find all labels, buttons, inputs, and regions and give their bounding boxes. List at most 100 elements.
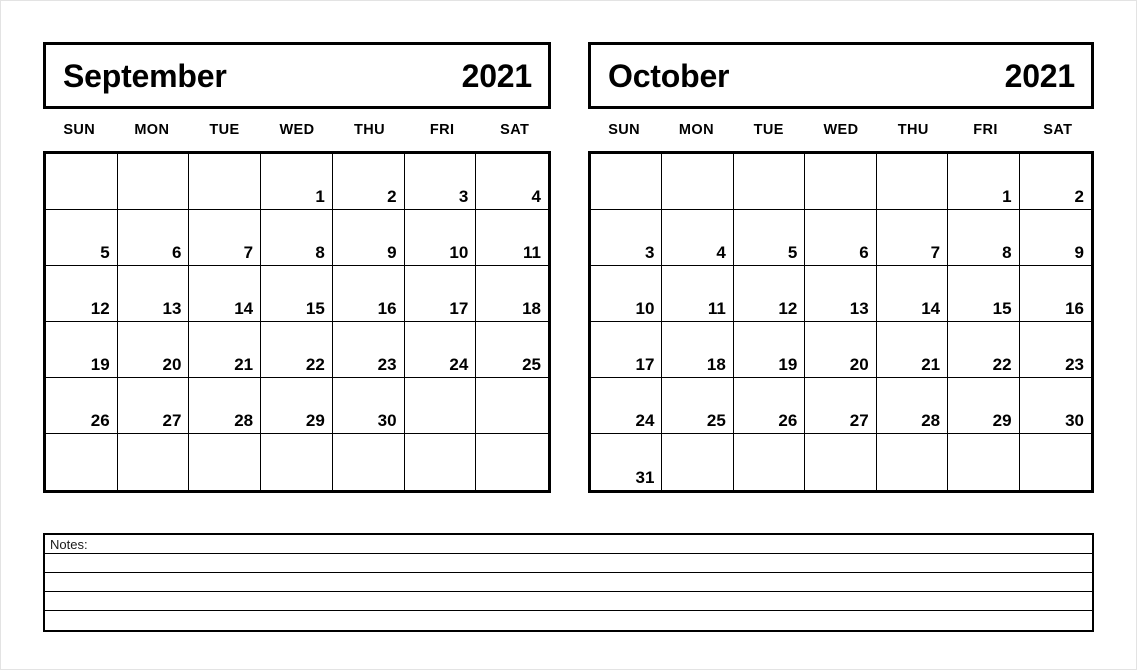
notes-write-line[interactable] — [45, 611, 1092, 630]
day-cell[interactable]: 26 — [46, 378, 118, 434]
day-cell[interactable]: 21 — [189, 322, 262, 378]
day-number: 16 — [377, 299, 397, 318]
day-number: 11 — [523, 243, 541, 262]
day-cell-empty[interactable] — [734, 434, 806, 490]
day-cell[interactable]: 12 — [46, 266, 118, 322]
day-cell[interactable]: 2 — [332, 154, 405, 210]
day-cell[interactable]: 28 — [189, 378, 262, 434]
day-cell[interactable]: 19 — [733, 322, 806, 378]
day-cell-empty[interactable] — [404, 378, 477, 434]
day-cell-empty[interactable] — [877, 434, 949, 490]
day-cell[interactable]: 14 — [876, 266, 949, 322]
day-cell[interactable]: 6 — [805, 210, 877, 266]
day-cell[interactable]: 17 — [591, 322, 663, 378]
day-number: 2 — [387, 187, 397, 206]
day-number: 3 — [458, 187, 469, 206]
day-cell[interactable]: 29 — [948, 378, 1020, 434]
day-cell[interactable]: 24 — [404, 322, 477, 378]
day-cell-empty[interactable] — [117, 154, 190, 210]
day-cell[interactable]: 1 — [261, 154, 333, 210]
day-cell[interactable]: 3 — [591, 210, 663, 266]
day-cell[interactable]: 1 — [948, 154, 1020, 210]
day-cell[interactable]: 31 — [591, 434, 663, 490]
day-cell[interactable]: 12 — [733, 266, 806, 322]
notes-write-line[interactable] — [45, 573, 1092, 592]
day-cell[interactable]: 25 — [476, 322, 548, 378]
day-cell[interactable]: 24 — [591, 378, 663, 434]
day-cell[interactable]: 11 — [662, 266, 734, 322]
day-cell-empty[interactable] — [476, 378, 548, 434]
day-cell[interactable]: 5 — [733, 210, 806, 266]
day-cell[interactable]: 19 — [46, 322, 118, 378]
day-cell[interactable]: 23 — [332, 322, 405, 378]
day-cell[interactable]: 9 — [332, 210, 405, 266]
day-cell[interactable]: 20 — [117, 322, 190, 378]
day-cell[interactable]: 27 — [805, 378, 877, 434]
day-cell-empty[interactable] — [476, 434, 548, 490]
day-cell-empty[interactable] — [591, 154, 663, 210]
day-cell[interactable]: 7 — [876, 210, 949, 266]
day-cell[interactable]: 28 — [876, 378, 949, 434]
day-cell[interactable]: 21 — [876, 322, 949, 378]
day-cell-empty[interactable] — [876, 154, 949, 210]
day-cell[interactable]: 22 — [261, 322, 333, 378]
notes-write-line[interactable] — [45, 592, 1092, 611]
day-cell[interactable]: 15 — [948, 266, 1020, 322]
day-cell[interactable]: 11 — [476, 210, 548, 266]
weekday-header-row-september: SUN MON TUE WED THU FRI SAT — [43, 109, 551, 151]
day-cell-empty[interactable] — [189, 154, 262, 210]
day-cell-empty[interactable] — [405, 434, 477, 490]
day-cell[interactable]: 2 — [1019, 154, 1091, 210]
day-cell[interactable]: 18 — [476, 266, 548, 322]
day-number: 20 — [162, 355, 182, 374]
day-cell-empty[interactable] — [805, 154, 877, 210]
day-cell[interactable]: 4 — [476, 154, 548, 210]
day-cell[interactable]: 16 — [1019, 266, 1091, 322]
day-cell-empty[interactable] — [662, 434, 734, 490]
day-cell[interactable]: 23 — [1019, 322, 1091, 378]
day-cell-empty[interactable] — [46, 434, 118, 490]
notes-label-line[interactable]: Notes: — [45, 535, 1092, 554]
day-cell[interactable]: 18 — [662, 322, 734, 378]
day-cell[interactable]: 8 — [948, 210, 1020, 266]
notes-box[interactable]: Notes: — [43, 533, 1094, 632]
day-cell[interactable]: 8 — [261, 210, 333, 266]
day-cell[interactable]: 27 — [117, 378, 190, 434]
day-cell[interactable]: 29 — [261, 378, 333, 434]
day-cell[interactable]: 3 — [404, 154, 477, 210]
day-number: 8 — [315, 243, 325, 262]
day-cell[interactable]: 10 — [404, 210, 477, 266]
day-cell-empty[interactable] — [118, 434, 190, 490]
day-cell[interactable]: 30 — [1019, 378, 1091, 434]
day-cell-empty[interactable] — [948, 434, 1020, 490]
day-cell[interactable]: 6 — [117, 210, 190, 266]
day-cell[interactable]: 5 — [46, 210, 118, 266]
day-cell[interactable]: 16 — [332, 266, 405, 322]
day-cell[interactable]: 25 — [662, 378, 734, 434]
notes-write-line[interactable] — [45, 554, 1092, 573]
weekday-header-wed: WED — [823, 122, 859, 138]
day-cell[interactable]: 15 — [261, 266, 333, 322]
day-cell-empty[interactable] — [46, 154, 118, 210]
day-cell[interactable]: 10 — [591, 266, 663, 322]
day-cell-empty[interactable] — [733, 154, 806, 210]
day-cell[interactable]: 30 — [332, 378, 405, 434]
day-cell-empty[interactable] — [805, 434, 877, 490]
day-cell[interactable]: 13 — [805, 266, 877, 322]
day-cell-empty[interactable] — [333, 434, 405, 490]
day-cell-empty[interactable] — [662, 154, 734, 210]
day-cell[interactable]: 26 — [733, 378, 806, 434]
day-cell-empty[interactable] — [261, 434, 333, 490]
day-cell[interactable]: 9 — [1019, 210, 1091, 266]
day-cell-empty[interactable] — [189, 434, 262, 490]
day-cell[interactable]: 17 — [404, 266, 477, 322]
day-number: 29 — [992, 411, 1012, 430]
day-cell[interactable]: 22 — [948, 322, 1020, 378]
day-cell[interactable]: 7 — [189, 210, 262, 266]
day-cell[interactable]: 14 — [189, 266, 262, 322]
day-cell[interactable]: 20 — [805, 322, 877, 378]
day-cell[interactable]: 13 — [117, 266, 190, 322]
day-cell-empty[interactable] — [1020, 434, 1091, 490]
day-number: 18 — [706, 355, 726, 374]
day-cell[interactable]: 4 — [662, 210, 734, 266]
